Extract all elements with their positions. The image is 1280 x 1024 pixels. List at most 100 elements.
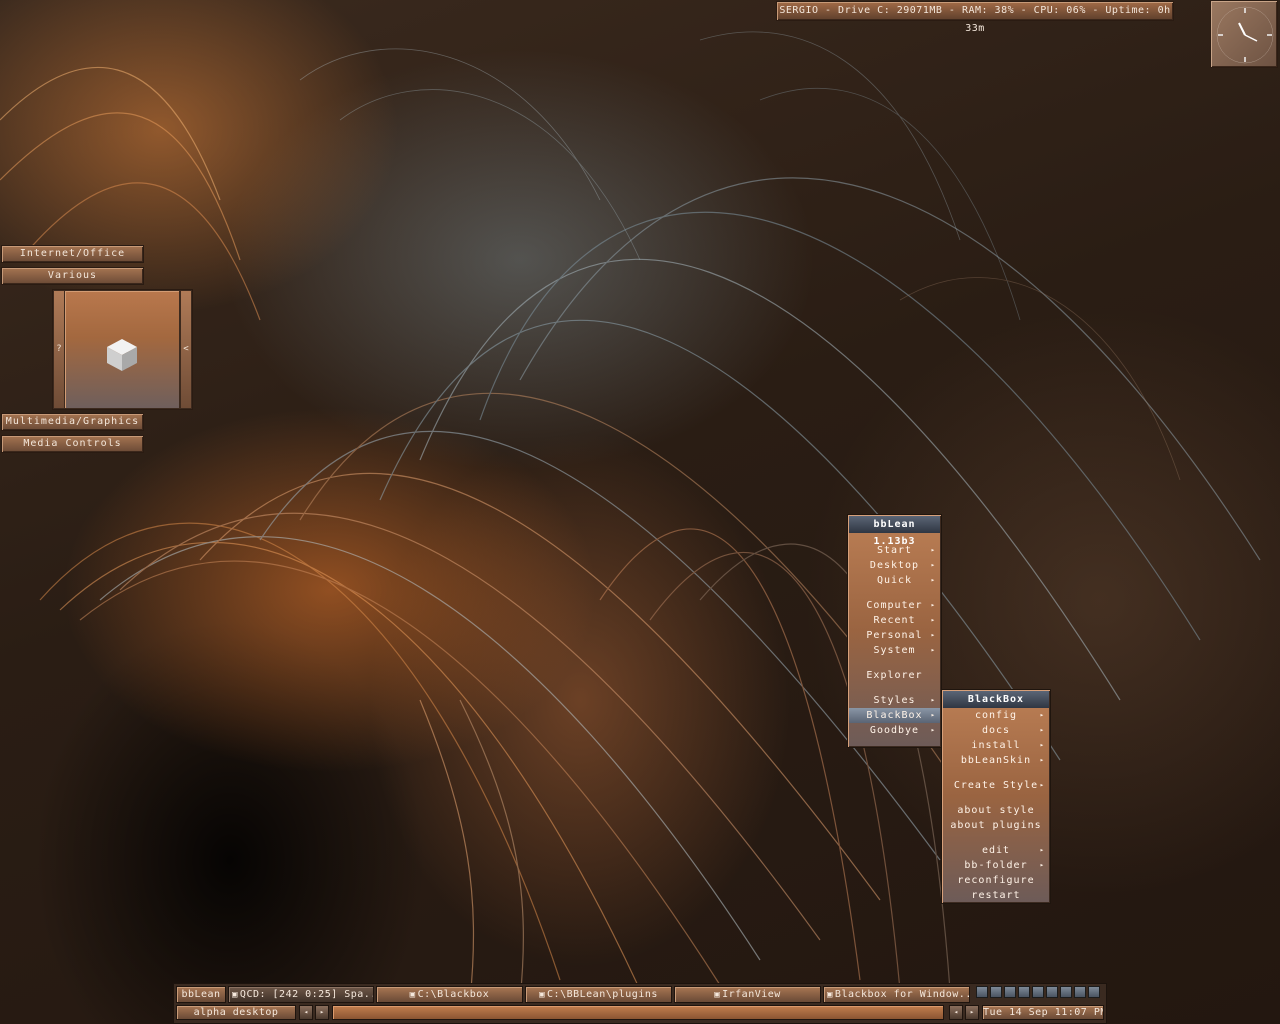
menu-item-label: Computer — [866, 600, 923, 611]
menu-item-styles[interactable]: Styles ▸ — [849, 693, 940, 708]
tray-icon-5[interactable] — [1032, 986, 1044, 998]
submenu-item-reconfigure[interactable]: reconfigure — [943, 873, 1049, 888]
menu-item-label: Quick — [876, 575, 913, 586]
submenu-arrow-icon: ▸ — [1039, 726, 1045, 734]
submenu-arrow-icon: ▸ — [930, 726, 936, 734]
menu-item-label: System — [873, 645, 916, 656]
menu-item-label: Create Style — [953, 780, 1039, 791]
task-qcd[interactable]: ▣ QCD: [242 0:25] Spa... — [228, 986, 374, 1003]
folder-icon: ▣ — [539, 990, 546, 1000]
folder-icon: ▣ — [409, 990, 416, 1000]
panel-collapse-button[interactable]: < — [181, 291, 191, 408]
taskbar: bbLean ▣ QCD: [242 0:25] Spa... ▣ C:\Black… — [173, 983, 1107, 1024]
menu-item-computer[interactable]: Computer ▸ — [849, 598, 940, 613]
task-label: C:\BBLean\plugins — [547, 989, 658, 1000]
task-label: C:\Blackbox — [417, 989, 490, 1000]
task-label: Blackbox for Window... — [834, 989, 970, 1000]
task-area-bar — [332, 1005, 944, 1020]
cube-icon — [107, 339, 137, 371]
task-irfanview[interactable]: ▣ IrfanView — [674, 986, 821, 1003]
blackbox-submenu: BlackBox config ▸ docs ▸ install ▸ bbLeanSk… — [941, 689, 1051, 904]
app-icon: ▣ — [232, 990, 238, 1000]
tray-icon-4[interactable] — [1018, 986, 1030, 998]
task-blackbox-for-windows[interactable]: ▣ Blackbox for Window... — [823, 986, 970, 1003]
submenu-arrow-icon: ▸ — [930, 601, 936, 609]
menu-item-label: Desktop — [869, 560, 920, 571]
system-stats-bar: SERGIO - Drive C: 29071MB - RAM: 38% - C… — [776, 1, 1174, 34]
task-label: QCD: [242 0:25] Spa... — [239, 989, 374, 1000]
submenu-title[interactable]: BlackBox — [943, 691, 1049, 708]
tray-icon-7[interactable] — [1060, 986, 1072, 998]
submenu-item-bbleanskin[interactable]: bbLeanSkin ▸ — [943, 753, 1049, 768]
submenu-item-restart[interactable]: restart — [943, 888, 1049, 903]
menu-item-quick[interactable]: Quick ▸ — [849, 573, 940, 588]
menu-item-desktop[interactable]: Desktop ▸ — [849, 558, 940, 573]
tray-icon-2[interactable] — [990, 986, 1002, 998]
submenu-arrow-icon: ▸ — [1039, 781, 1045, 789]
menu-item-label: config — [974, 710, 1018, 721]
submenu-item-bb-folder[interactable]: bb-folder ▸ — [943, 858, 1049, 873]
menu-item-label: about style — [957, 805, 1035, 816]
menu-item-goodbye[interactable]: Goodbye ▸ — [849, 723, 940, 738]
menu-item-label: Goodbye — [869, 725, 920, 736]
menu-item-label: Personal — [866, 630, 923, 641]
main-menu-title[interactable]: bbLean 1.13b3 — [849, 516, 940, 547]
submenu-arrow-icon: ▸ — [930, 711, 936, 719]
browser-icon: ▣ — [827, 990, 833, 1000]
submenu-arrow-icon: ▸ — [930, 561, 936, 569]
menu-item-label: Recent — [873, 615, 916, 626]
menu-item-label: reconfigure — [957, 875, 1035, 886]
taskbar-label-button[interactable]: bbLean — [176, 986, 226, 1003]
menu-item-label: Explorer — [866, 670, 923, 681]
submenu-arrow-icon: ▸ — [930, 546, 936, 554]
menu-item-personal[interactable]: Personal ▸ — [849, 628, 940, 643]
submenu-item-edit[interactable]: edit ▸ — [943, 843, 1049, 858]
menu-item-label: about plugins — [950, 820, 1042, 831]
tray-icon-8[interactable] — [1074, 986, 1086, 998]
submenu-item-install[interactable]: install ▸ — [943, 738, 1049, 753]
menu-item-label: install — [971, 740, 1021, 751]
menu-item-label: docs — [981, 725, 1011, 736]
wallpaper-fractal — [0, 31, 1261, 1001]
menu-item-recent[interactable]: Recent ▸ — [849, 613, 940, 628]
submenu-item-create-style[interactable]: Create Style ▸ — [943, 778, 1049, 793]
main-menu: bbLean 1.13b3 Start ▸ Desktop ▸ Quick ▸ Com… — [847, 514, 942, 748]
submenu-item-about-style[interactable]: about style — [943, 803, 1049, 818]
menu-item-system[interactable]: System ▸ — [849, 643, 940, 658]
launcher-various-button[interactable]: Various — [1, 267, 144, 285]
submenu-item-config[interactable]: config ▸ — [943, 708, 1049, 723]
tray-icon-1[interactable] — [976, 986, 988, 998]
submenu-arrow-icon: ▸ — [1039, 711, 1045, 719]
submenu-item-about-plugins[interactable]: about plugins — [943, 818, 1049, 833]
menu-item-label: Styles — [873, 695, 916, 706]
analog-clock[interactable] — [1210, 0, 1278, 68]
menu-item-explorer[interactable]: Explorer — [849, 668, 940, 683]
menu-item-start[interactable]: Start ▸ — [849, 543, 940, 558]
submenu-item-docs[interactable]: docs ▸ — [943, 723, 1049, 738]
submenu-arrow-icon: ▸ — [1039, 861, 1045, 869]
workspace-label[interactable]: alpha desktop — [176, 1005, 296, 1020]
irfanview-icon: ▣ — [714, 990, 721, 1000]
workspace-prev-button[interactable]: ◂ — [299, 1005, 313, 1020]
menu-item-label: bbLeanSkin — [960, 755, 1032, 766]
submenu-arrow-icon: ▸ — [930, 616, 936, 624]
submenu-arrow-icon: ▸ — [930, 696, 936, 704]
cube-launcher-panel: ? < — [52, 289, 193, 410]
submenu-arrow-icon: ▸ — [930, 631, 936, 639]
tray-icon-6[interactable] — [1046, 986, 1058, 998]
cube-panel-face[interactable] — [65, 291, 179, 408]
launcher-multimedia-graphics-button[interactable]: Multimedia/Graphics — [1, 413, 144, 431]
menu-item-blackbox[interactable]: BlackBox ▸ — [849, 708, 940, 723]
menu-item-label: bb-folder — [964, 860, 1028, 871]
task-blackbox-folder[interactable]: ▣ C:\Blackbox — [376, 986, 523, 1003]
panel-help-button[interactable]: ? — [54, 291, 64, 408]
tray-icon-3[interactable] — [1004, 986, 1016, 998]
launcher-internet-office-button[interactable]: Internet/Office — [1, 245, 144, 263]
task-bblean-plugins-folder[interactable]: ▣ C:\BBLean\plugins — [525, 986, 672, 1003]
tray-icon-9[interactable] — [1088, 986, 1100, 998]
taskbar-clock[interactable]: Tue 14 Sep 11:07 PM — [982, 1005, 1104, 1020]
task-prev-button[interactable]: ◂ — [949, 1005, 963, 1020]
task-next-button[interactable]: ▸ — [965, 1005, 979, 1020]
workspace-next-button[interactable]: ▸ — [315, 1005, 329, 1020]
launcher-media-controls-button[interactable]: Media Controls — [1, 435, 144, 453]
